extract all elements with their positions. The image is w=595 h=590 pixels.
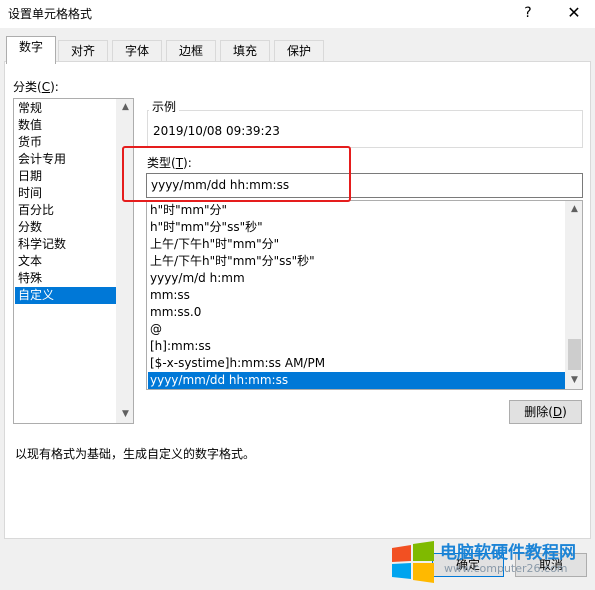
type-item[interactable]: h"时"mm"分" [148,202,566,219]
category-item-special[interactable]: 特殊 [15,270,117,287]
category-item-fraction[interactable]: 分数 [15,219,117,236]
category-item-number[interactable]: 数值 [15,117,117,134]
highlight-box [122,146,351,202]
watermark: 电脑软硬件教程网 www.computer26.com [388,536,595,590]
category-item-custom[interactable]: 自定义 [15,287,117,304]
type-item-selected[interactable]: yyyy/mm/dd hh:mm:ss [148,372,566,389]
category-item-accounting[interactable]: 会计专用 [15,151,117,168]
watermark-site-name: 电脑软硬件教程网 [440,543,576,563]
scroll-down-icon[interactable]: ▼ [117,406,134,423]
tab-protection[interactable]: 保护 [274,40,324,62]
type-item[interactable]: [$-x-systime]h:mm:ss AM/PM [148,355,566,372]
sample-value: 2019/10/08 09:39:23 [153,124,280,138]
windows-logo-icon [392,541,434,583]
type-list-scrollbar[interactable]: ▲ ▼ [565,201,582,389]
type-item[interactable]: 上午/下午h"时"mm"分"ss"秒" [148,253,566,270]
close-button[interactable]: ✕ [562,2,586,24]
scroll-up-icon[interactable]: ▲ [117,99,134,116]
tab-fill[interactable]: 填充 [220,40,270,62]
category-list[interactable]: 常规 数值 货币 会计专用 日期 时间 百分比 分数 科学记数 文本 特殊 自定… [13,98,134,424]
category-item-percentage[interactable]: 百分比 [15,202,117,219]
type-item[interactable]: [h]:mm:ss [148,338,566,355]
type-item[interactable]: 上午/下午h"时"mm"分" [148,236,566,253]
category-item-currency[interactable]: 货币 [15,134,117,151]
tab-alignment[interactable]: 对齐 [58,40,108,62]
tab-border[interactable]: 边框 [166,40,216,62]
number-tab-panel: 分类(C): 常规 数值 货币 会计专用 日期 时间 百分比 分数 科学记数 文… [4,61,591,539]
type-item[interactable]: h"时"mm"分"ss"秒" [148,219,566,236]
tab-number[interactable]: 数字 [6,36,56,64]
dialog-title: 设置单元格格式 [8,7,93,21]
sample-title: 示例 [149,98,180,115]
watermark-url: www.computer26.com [444,562,568,575]
category-label: 分类(C): [13,80,59,94]
category-item-text[interactable]: 文本 [15,253,117,270]
scroll-down-icon[interactable]: ▼ [566,372,583,389]
category-item-general[interactable]: 常规 [15,100,117,117]
type-item[interactable]: mm:ss [148,287,566,304]
type-item[interactable]: @ [148,321,566,338]
tab-font[interactable]: 字体 [112,40,162,62]
type-item[interactable]: mm:ss.0 [148,304,566,321]
help-button[interactable]: ? [516,2,540,24]
type-list[interactable]: h"时"mm"分" h"时"mm"分"ss"秒" 上午/下午h"时"mm"分" … [146,200,583,390]
scroll-thumb[interactable] [568,339,581,370]
category-item-time[interactable]: 时间 [15,185,117,202]
category-item-scientific[interactable]: 科学记数 [15,236,117,253]
description-text: 以现有格式为基础，生成自定义的数字格式。 [15,447,256,461]
delete-button[interactable]: 删除(D) [509,400,582,424]
scroll-up-icon[interactable]: ▲ [566,201,583,218]
title-bar: 设置单元格格式 ? ✕ [0,0,595,28]
type-item[interactable]: yyyy/m/d h:mm [148,270,566,287]
category-item-date[interactable]: 日期 [15,168,117,185]
